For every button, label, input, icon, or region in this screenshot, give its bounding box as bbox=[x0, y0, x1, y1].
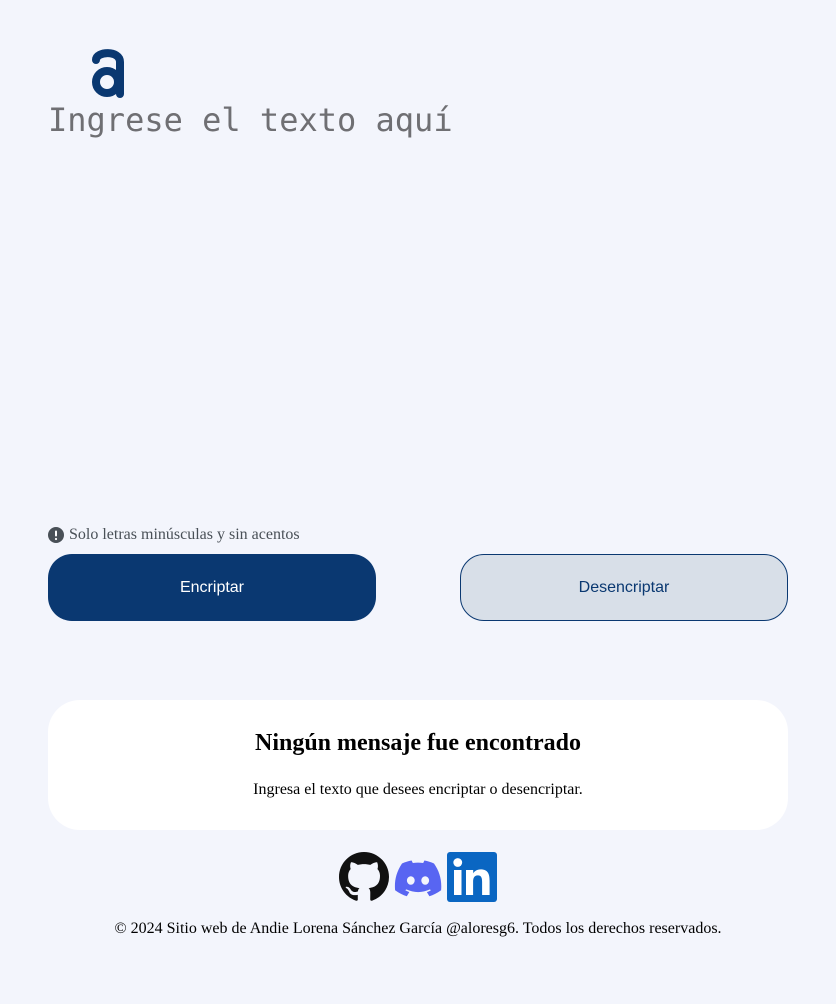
encrypt-button[interactable]: Encriptar bbox=[48, 554, 376, 621]
github-link[interactable] bbox=[339, 852, 389, 902]
decrypt-button[interactable]: Desencriptar bbox=[460, 554, 788, 621]
discord-icon bbox=[394, 860, 442, 897]
linkedin-link[interactable] bbox=[447, 852, 497, 902]
result-panel: Ningún mensaje fue encontrado Ingresa el… bbox=[48, 700, 788, 830]
linkedin-icon bbox=[447, 852, 497, 902]
result-title: Ningún mensaje fue encontrado bbox=[254, 730, 581, 756]
exclamation-circle-icon bbox=[48, 527, 64, 543]
hint-text: Solo letras minúsculas y sin acentos bbox=[69, 526, 300, 543]
result-message: Ingresa el texto que desees encriptar o … bbox=[253, 781, 583, 798]
alura-logo-icon bbox=[92, 49, 124, 98]
text-input[interactable] bbox=[48, 100, 788, 500]
github-icon bbox=[339, 852, 389, 901]
discord-link[interactable] bbox=[393, 852, 443, 902]
input-hint: Solo letras minúsculas y sin acentos bbox=[48, 525, 300, 545]
footer-copyright: © 2024 Sitio web de Andie Lorena Sánchez… bbox=[114, 920, 722, 937]
social-links bbox=[339, 852, 497, 902]
